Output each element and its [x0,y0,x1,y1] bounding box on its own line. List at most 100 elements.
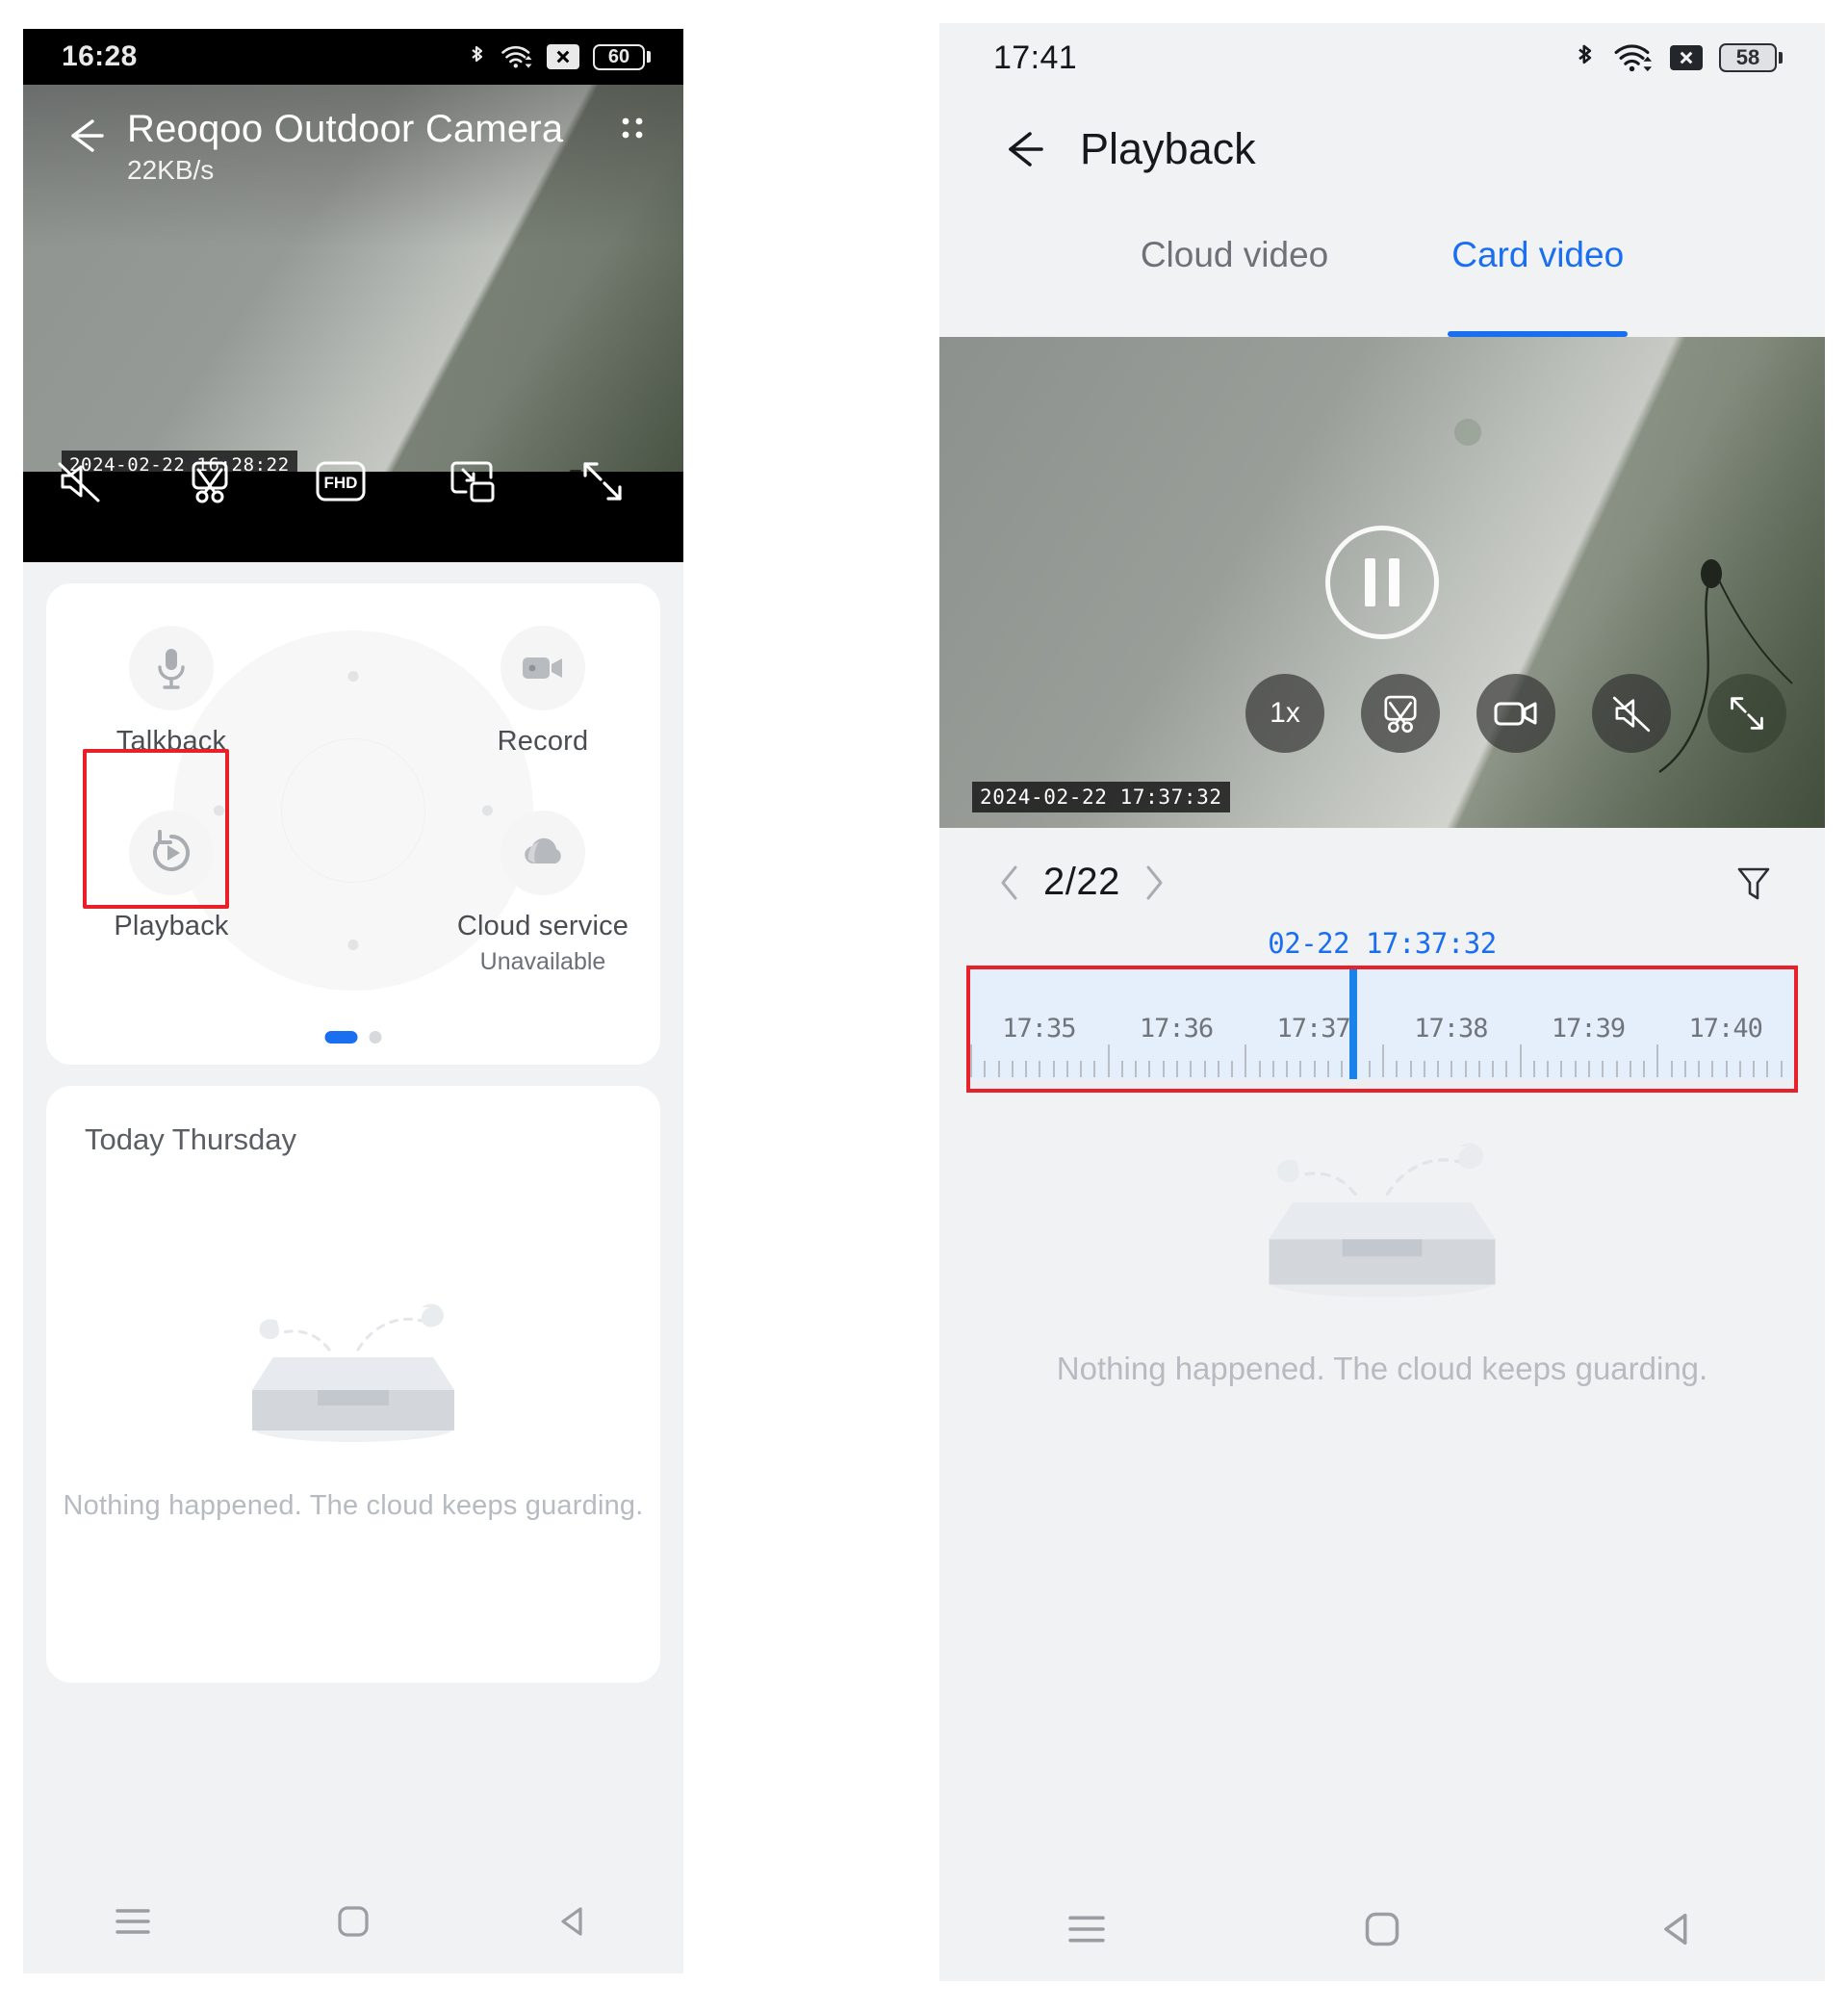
timeline-minor-tick [1560,1061,1563,1077]
back-arrow-icon[interactable] [993,120,1051,178]
mute-toggle[interactable] [38,441,119,522]
more-options-icon[interactable] [610,114,654,158]
timeline-minor-tick [1738,1061,1741,1077]
back-arrow-icon[interactable] [56,108,112,164]
nav-home-button[interactable] [1324,1895,1440,1963]
timeline-tick-label: 17:35 [1002,1014,1076,1044]
fullscreen-icon [583,462,622,501]
empty-box-illustration [252,1303,454,1442]
timeline-minor-tick [1093,1061,1096,1077]
timeline-minor-tick [1080,1061,1083,1077]
wifi-icon [501,45,532,68]
speaker-mute-icon [1612,696,1651,733]
menu-icon [116,1909,151,1934]
dpad-down-dot[interactable] [347,940,359,950]
playback-empty-text: Nothing happened. The cloud keeps guardi… [1056,1351,1708,1386]
timeline-minor-tick [1120,1061,1123,1077]
timeline-minor-tick [1011,1061,1014,1077]
clip-button[interactable] [169,441,250,522]
date-pager-row: 2/22 [939,828,1825,927]
phone-screen-live-view: 16:28 60 Reoqoo Outdoor Camera 22KB/s 20… [23,29,683,1973]
control-label: Cloud service [456,911,629,941]
speed-button[interactable]: 1x [1245,674,1324,753]
timeline-minor-tick [1052,1061,1055,1077]
timeline-minor-tick [1464,1061,1467,1077]
timeline-minor-tick [1505,1061,1508,1077]
record-button[interactable] [1476,674,1555,753]
nav-back-button[interactable] [516,1888,631,1955]
timeline-major-tick [1656,1044,1659,1077]
timeline-minor-tick [1588,1061,1590,1077]
timeline-major-tick [1245,1044,1247,1077]
speaker-mute-icon [58,462,100,502]
clip-button[interactable] [1361,674,1440,753]
talkback-button[interactable] [129,626,214,710]
filter-funnel-icon[interactable] [1732,862,1775,904]
dpad-up-dot[interactable] [347,671,359,682]
control-cloud-service[interactable]: Cloud service Unavailable [447,811,639,976]
timeline-labels: 17:35 17:36 17:37 17:38 17:39 17:40 [970,1014,1794,1044]
playback-video-view[interactable]: 2024-02-22 17:37:32 1x [939,337,1825,828]
pause-icon-bar2 [1389,558,1399,606]
timeline-minor-tick [1643,1061,1646,1077]
page-dot-1[interactable] [324,1031,358,1044]
cloud-service-button[interactable] [500,811,585,895]
playback-empty-state: Nothing happened. The cloud keeps guardi… [939,1082,1825,1387]
control-label: Talkback [116,726,227,757]
page-dot-2[interactable] [369,1031,382,1044]
fullscreen-button[interactable] [1707,674,1786,753]
menu-icon [1068,1916,1106,1943]
timeline-minor-tick [1698,1061,1701,1077]
live-video-view[interactable]: Reoqoo Outdoor Camera 22KB/s 2024-02-22 … [23,85,683,562]
control-pad-page-dots[interactable] [324,1031,382,1044]
tab-card-video[interactable]: Card video [1448,235,1629,337]
pause-button[interactable] [1325,526,1439,639]
playback-tabs: Cloud video Card video [939,206,1825,337]
playback-header: Playback [939,92,1825,206]
camera-control-card: Talkback Record Playback Cloud service U… [46,583,660,1065]
timeline-minor-tick [1602,1061,1604,1077]
playback-control-bar: 1x [1245,674,1786,753]
timeline-playhead[interactable] [1348,969,1357,1081]
timeline-tick-label: 17:39 [1551,1014,1626,1044]
control-playback[interactable]: Playback [75,811,268,942]
control-talkback[interactable]: Talkback [75,626,268,758]
battery-level: 58 [1719,43,1777,72]
control-label: Record [497,726,589,757]
timeline-minor-tick [1477,1061,1480,1077]
empty-box-illustration [1269,1143,1496,1298]
timeline-section: 02-22 17:37:32 17:35 17:36 17:37 17:38 1… [966,927,1798,1093]
bluetooth-icon [472,45,483,63]
timeline-minor-tick [1176,1061,1178,1077]
timeline-tick-label: 17:37 [1276,1014,1351,1044]
screenshot-stage: 16:28 60 Reoqoo Outdoor Camera 22KB/s 20… [0,0,1848,2010]
timeline-scrubber[interactable]: 17:35 17:36 17:37 17:38 17:39 17:40 [966,966,1798,1093]
back-icon [561,1907,582,1936]
timeline-tick-label: 17:40 [1688,1014,1763,1044]
direction-pad-center[interactable] [281,738,425,883]
scissors-clip-icon [1384,695,1417,734]
tab-cloud-video[interactable]: Cloud video [1141,235,1328,337]
timeline-major-tick [970,1044,972,1077]
fullscreen-icon [1731,697,1763,730]
timeline-minor-tick [1039,1061,1041,1077]
chevron-left-icon[interactable] [997,863,1022,902]
control-record[interactable]: Record [447,626,639,758]
sim-no-service-icon [547,44,579,69]
pip-button[interactable] [431,441,512,522]
nav-home-button[interactable] [295,1888,411,1955]
nav-menu-button[interactable] [75,1888,191,1955]
nav-menu-button[interactable] [1029,1895,1144,1963]
record-button[interactable] [500,626,585,710]
mute-toggle[interactable] [1592,674,1671,753]
fullscreen-button[interactable] [562,441,643,522]
quality-button[interactable]: FHD [300,441,381,522]
nav-back-button[interactable] [1620,1895,1735,1963]
playback-button[interactable] [129,811,214,895]
timeline-minor-tick [1780,1061,1783,1077]
chevron-right-icon[interactable] [1142,863,1167,902]
timeline-major-tick [1107,1044,1110,1077]
timeline-minor-tick [1629,1061,1631,1077]
date-pager-value: 2/22 [1043,861,1120,903]
cloud-service-status: Unavailable [479,948,606,975]
